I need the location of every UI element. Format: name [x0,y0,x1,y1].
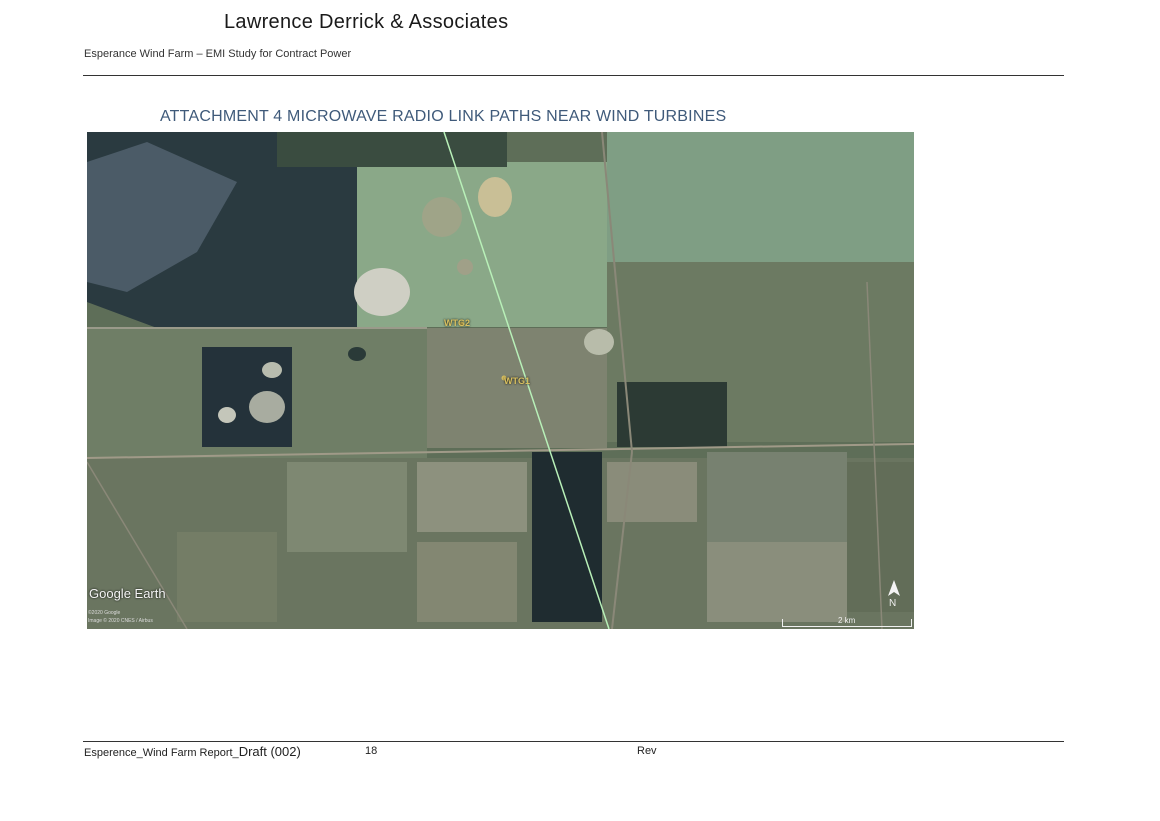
footer-file-suffix: Draft (002) [238,744,301,759]
attachment-title: ATTACHMENT 4 MICROWAVE RADIO LINK PATHS … [160,108,727,125]
footer-file-name: Esperence_Wind Farm Report_Draft (002) [84,744,301,759]
header-divider [83,75,1064,76]
copyright-line-2: Image © 2020 CNES / Airbus [88,618,153,624]
turbine-label-wtg2: WTG2 [444,318,470,328]
document-subtitle: Esperance Wind Farm – EMI Study for Cont… [84,48,352,60]
company-name: Lawrence Derrick & Associates [224,11,509,33]
footer-file-prefix: Esperence_Wind Farm Report_ [84,747,239,759]
footer-divider [83,741,1064,742]
map-copyright: ©2020 Google Image © 2020 CNES / Airbus [88,609,153,625]
satellite-map-image [87,132,914,629]
footer-page-number: 18 [365,745,378,757]
copyright-line-1: ©2020 Google [88,610,121,616]
turbine-label-wtg1: WTG1 [504,376,530,386]
north-label: N [889,598,897,609]
scale-label: 2 km [838,616,856,625]
google-earth-watermark: Google Earth [89,586,166,601]
footer-rev: Rev [637,745,657,757]
